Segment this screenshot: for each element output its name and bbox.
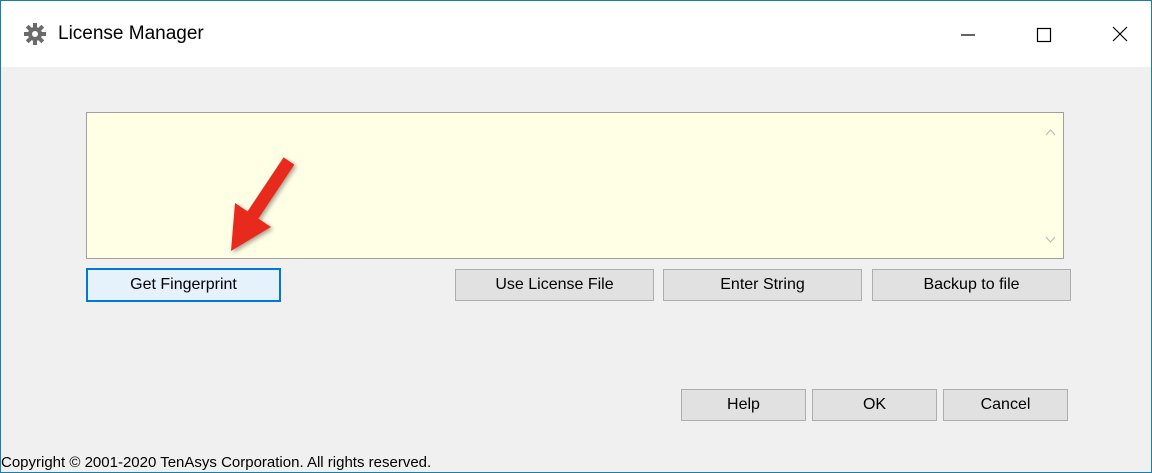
- ok-button[interactable]: OK: [812, 389, 937, 421]
- get-fingerprint-button[interactable]: Get Fingerprint: [86, 268, 281, 302]
- minimize-icon: [961, 34, 975, 36]
- window-title: License Manager: [58, 23, 204, 44]
- scroll-down-icon[interactable]: [1038, 227, 1063, 252]
- title-bar[interactable]: License Manager: [1, 1, 1151, 67]
- gear-icon: [24, 23, 46, 45]
- copyright-text: Copyright © 2001-2020 TenAsys Corporatio…: [1, 454, 432, 471]
- scroll-up-icon[interactable]: [1038, 120, 1063, 145]
- maximize-button[interactable]: [1007, 1, 1077, 67]
- close-icon: [1112, 26, 1128, 42]
- minimize-button[interactable]: [931, 1, 1001, 67]
- use-license-file-button[interactable]: Use License File: [455, 269, 654, 301]
- vertical-scrollbar[interactable]: [1038, 113, 1063, 258]
- license-manager-window: License Manager Get Fingerprint Use Lice…: [0, 0, 1152, 473]
- close-button[interactable]: [1081, 1, 1151, 67]
- red-pointer-arrow-icon: [223, 153, 301, 263]
- help-button[interactable]: Help: [681, 389, 806, 421]
- cancel-button[interactable]: Cancel: [943, 389, 1068, 421]
- maximize-icon: [1036, 27, 1052, 43]
- enter-string-button[interactable]: Enter String: [663, 269, 862, 301]
- backup-to-file-button[interactable]: Backup to file: [872, 269, 1071, 301]
